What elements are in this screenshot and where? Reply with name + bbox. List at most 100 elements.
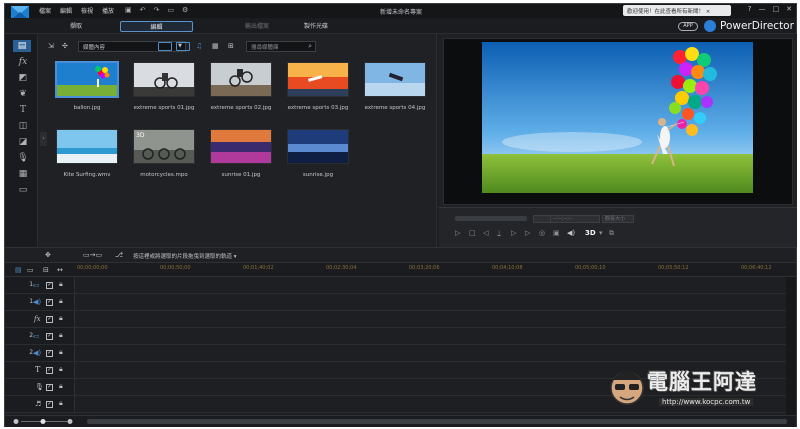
plugins-icon[interactable]: ✣ — [62, 42, 68, 50]
close-button[interactable]: ✕ — [786, 5, 792, 13]
quick-toolbar: ▣ ↶ ↷ ▭ ⚙ — [125, 6, 188, 14]
settings-gear-icon[interactable]: ⚙ — [182, 6, 188, 14]
track-lane[interactable] — [75, 294, 786, 310]
track-lane[interactable] — [75, 345, 786, 361]
tool-dropdown-icon[interactable]: ✥ — [45, 251, 51, 259]
previous-frame-icon[interactable]: ◁ — [483, 229, 488, 237]
track-enable-checkbox[interactable]: ✓ — [46, 333, 53, 340]
tab-edit[interactable]: 編輯 — [120, 21, 193, 32]
track-enable-checkbox[interactable]: ✓ — [46, 299, 53, 306]
redo-icon[interactable]: ↷ — [154, 6, 160, 14]
preferences-icon[interactable]: ▭ — [167, 6, 174, 14]
timeline-zoom-slider[interactable] — [13, 418, 73, 425]
3d-dropdown-icon[interactable]: ▾ — [599, 229, 603, 237]
stop-icon[interactable]: □ — [469, 229, 476, 237]
media-library-panel: ⇲ ✣ 媒體內容 ▼ ♫ ▦ ⊞ 搜尋媒體庫 ⌕ › ballon.jpg ex… — [38, 34, 437, 247]
media-thumb-extreme-01[interactable] — [133, 62, 195, 97]
volume-icon[interactable]: ▣ — [553, 229, 560, 237]
news-notice[interactable]: 歡迎使用！在此查看所有新聞！ × — [623, 5, 731, 16]
help-button[interactable]: ? — [748, 5, 752, 13]
snapshot-icon[interactable]: ◎ — [539, 229, 545, 237]
stereo-3d-toggle[interactable]: 3D — [585, 229, 596, 237]
track-manager-icon[interactable]: ⊟ — [43, 266, 49, 274]
speaker-icon[interactable]: ◀) — [567, 229, 575, 237]
track-enable-checkbox[interactable]: ✓ — [46, 316, 53, 323]
undock-preview-icon[interactable]: ⧉ — [609, 229, 614, 238]
menu-view[interactable]: 檢視 — [81, 6, 93, 15]
subtitle-room-icon[interactable]: ▭ — [17, 184, 29, 196]
play-icon[interactable]: ▷ — [455, 229, 460, 237]
view-mode-icon[interactable]: ⊞ — [228, 42, 234, 50]
timecode-display[interactable]: --:--;--;-- — [550, 215, 600, 223]
tab-produce[interactable]: 輸出檔案 — [227, 21, 287, 32]
menu-file[interactable]: 檔案 — [39, 6, 51, 15]
media-thumb-motorcycles[interactable]: 3D — [133, 129, 195, 164]
track-lock-icon[interactable]: 🔒︎ — [59, 314, 63, 323]
undo-icon[interactable]: ↶ — [140, 6, 146, 14]
storyboard-view-icon[interactable]: ▭ — [27, 266, 34, 274]
track-lock-icon[interactable]: 🔒︎ — [59, 297, 63, 306]
media-room-icon[interactable]: ▤ — [13, 40, 31, 52]
effect-room-icon[interactable]: fx — [17, 56, 29, 68]
trim-icon[interactable]: ▭→▭ — [83, 251, 102, 259]
app-badge[interactable]: APP — [678, 22, 698, 31]
voiceover-room-icon[interactable]: 🎙 — [17, 152, 29, 164]
track-lock-icon[interactable]: 🔒︎ — [59, 399, 63, 408]
menu-play[interactable]: 播放 — [102, 6, 114, 15]
track-lock-icon[interactable]: 🔒︎ — [59, 331, 63, 340]
sort-icon[interactable]: ▦ — [212, 42, 219, 50]
split-icon[interactable]: ⍊ — [497, 229, 501, 238]
particle-room-icon[interactable]: ❦ — [17, 88, 29, 100]
track-enable-checkbox[interactable]: ✓ — [46, 401, 53, 408]
title-room-icon[interactable]: T — [17, 104, 29, 116]
media-thumb-sunrise-01[interactable] — [210, 129, 272, 164]
timeline-view-icon[interactable]: ▤ — [15, 266, 22, 274]
tab-capture[interactable]: 擷取 — [43, 21, 109, 32]
next-frame-icon[interactable]: ▷ — [511, 229, 516, 237]
track-lock-icon[interactable]: 🔒︎ — [59, 365, 63, 374]
video-track-icon: ▭ — [33, 281, 40, 289]
playback-slider[interactable] — [455, 216, 527, 221]
chapter-room-icon[interactable]: ▦ — [17, 168, 29, 180]
import-media-icon[interactable]: ⇲ — [48, 42, 54, 50]
library-search-input[interactable]: 搜尋媒體庫 ⌕ — [246, 41, 316, 52]
media-thumb-kite-surfing[interactable] — [56, 129, 118, 164]
track-enable-checkbox[interactable]: ✓ — [46, 282, 53, 289]
timeline-drop-hint[interactable]: 按這裡或將選取的片段拖曳到選取的軌道 ▾ — [133, 252, 237, 260]
track-enable-checkbox[interactable]: ✓ — [46, 367, 53, 374]
media-thumb-extreme-03[interactable] — [287, 62, 349, 97]
maximize-button[interactable]: □ — [773, 5, 780, 13]
menu-edit[interactable]: 編輯 — [60, 6, 72, 15]
track-lock-icon[interactable]: 🔒︎ — [59, 382, 63, 391]
track-enable-checkbox[interactable]: ✓ — [46, 350, 53, 357]
track-enable-checkbox[interactable]: ✓ — [46, 384, 53, 391]
split-clip-icon[interactable]: ⎇ — [115, 251, 123, 259]
pip-room-icon[interactable]: ◩ — [17, 72, 29, 84]
audio-mixing-room-icon[interactable]: ◪ — [17, 136, 29, 148]
track-lane[interactable] — [75, 311, 786, 327]
window-controls: ? — □ ✕ — [748, 5, 792, 13]
tab-create-disc[interactable]: 製作光碟 — [291, 21, 341, 32]
media-thumb-extreme-02[interactable] — [210, 62, 272, 97]
fast-forward-icon[interactable]: ▷ — [525, 229, 530, 237]
image-filter-button[interactable] — [176, 42, 190, 51]
track-lock-icon[interactable]: 🔒︎ — [59, 348, 63, 357]
video-filter-button[interactable] — [158, 42, 172, 51]
library-toolbar: ⇲ ✣ 媒體內容 ▼ ♫ ▦ ⊞ 搜尋媒體庫 ⌕ — [38, 38, 436, 52]
view-size-dropdown[interactable]: 觀看大小 — [602, 215, 634, 223]
media-thumb-extreme-04[interactable] — [364, 62, 426, 97]
audio-filter-icon[interactable]: ♫ — [196, 42, 202, 50]
fit-zoom-icon[interactable]: ↔ — [57, 266, 63, 274]
timeline-horizontal-scrollbar[interactable] — [87, 419, 787, 424]
track-lane[interactable] — [75, 277, 786, 293]
track-header: fx ✓ 🔒︎ — [5, 311, 75, 327]
search-icon[interactable]: ⌕ — [308, 42, 312, 51]
new-project-icon[interactable]: ▣ — [125, 6, 132, 14]
minimize-button[interactable]: — — [759, 5, 766, 13]
track-lock-icon[interactable]: 🔒︎ — [59, 280, 63, 289]
transition-room-icon[interactable]: ◫ — [17, 120, 29, 132]
media-thumb-ballon[interactable] — [56, 62, 118, 97]
track-lane[interactable] — [75, 328, 786, 344]
library-collapse-handle[interactable]: › — [40, 132, 47, 146]
media-thumb-sunrise[interactable] — [287, 129, 349, 164]
